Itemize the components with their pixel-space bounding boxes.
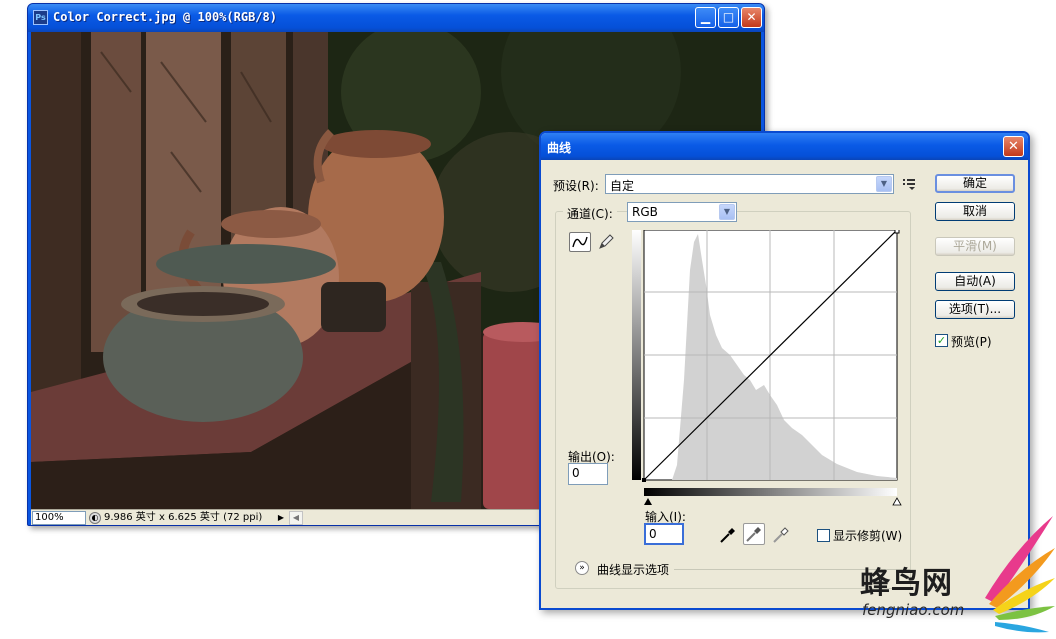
- smooth-button[interactable]: 平滑(M): [935, 237, 1015, 256]
- preset-select[interactable]: 自定 ▼: [605, 174, 894, 194]
- output-field[interactable]: 0: [568, 463, 608, 485]
- info-icon[interactable]: ◐: [89, 512, 101, 524]
- channel-value: RGB: [632, 205, 658, 219]
- curve-endpoint-black[interactable]: [642, 478, 646, 482]
- document-size: 9.986 英寸 x 6.625 英寸 (72 ppi): [104, 512, 263, 523]
- cancel-button[interactable]: 取消: [935, 202, 1015, 221]
- chevron-left-icon: ◀: [292, 513, 300, 522]
- pencil-tool[interactable]: [596, 232, 616, 252]
- white-point-slider[interactable]: [892, 497, 902, 506]
- status-menu-arrow-icon[interactable]: ▶: [275, 512, 287, 524]
- watermark-url: fengniao.com: [862, 601, 965, 619]
- expand-options-icon[interactable]: »: [575, 561, 589, 575]
- black-point-eyedropper[interactable]: [717, 524, 739, 546]
- input-field[interactable]: 0: [644, 523, 684, 545]
- curve-tool-icon: [572, 236, 588, 248]
- watermark-brand: 蜂鸟网: [860, 566, 953, 601]
- curve-display-options-label[interactable]: 曲线显示选项: [597, 561, 669, 578]
- chevron-down-icon: ▼: [876, 176, 892, 192]
- fengniao-logo: [985, 516, 1055, 633]
- curve-endpoint-white[interactable]: [894, 230, 900, 234]
- black-point-slider[interactable]: [644, 498, 652, 505]
- minimize-icon: ▁: [700, 10, 711, 24]
- gray-eyedropper-icon: [746, 527, 761, 542]
- output-gradient-bar: [632, 230, 641, 480]
- curves-dialog: 曲线 ✕ 预设(R): 自定 ▼ 确定 取消 平滑(M) 自动(A) 选项(T)…: [539, 131, 1030, 610]
- white-point-eyedropper[interactable]: [770, 524, 792, 546]
- preset-label: 预设(R):: [553, 179, 599, 193]
- maximize-icon: □: [722, 10, 735, 24]
- close-icon: ✕: [746, 10, 757, 24]
- curve-graph[interactable]: [632, 230, 900, 488]
- preset-value: 自定: [610, 179, 635, 193]
- white-eyedropper-icon: [773, 527, 789, 543]
- dialog-titlebar[interactable]: 曲线 ✕: [541, 133, 1028, 160]
- curve-point-tool[interactable]: [569, 232, 591, 252]
- preview-checkbox[interactable]: ✓: [935, 334, 948, 347]
- show-clipping-label: 显示修剪(W): [833, 529, 903, 543]
- list-menu-icon: [903, 179, 915, 190]
- preset-options-icon[interactable]: [903, 178, 919, 190]
- input-gradient-slider[interactable]: [644, 488, 906, 510]
- chevron-down-icon: ▼: [719, 204, 735, 220]
- channel-select[interactable]: RGB ▼: [627, 202, 737, 222]
- maximize-button[interactable]: □: [718, 7, 739, 28]
- show-clipping-checkbox[interactable]: [817, 529, 830, 542]
- scroll-left-button[interactable]: ◀: [289, 511, 303, 525]
- channel-label: 通道(C):: [563, 205, 617, 222]
- document-titlebar[interactable]: Ps Color Correct.jpg @ 100%(RGB/8) ▁ □ ✕: [28, 4, 764, 32]
- close-button[interactable]: ✕: [741, 7, 762, 28]
- dialog-title: 曲线: [547, 141, 572, 155]
- dialog-close-button[interactable]: ✕: [1003, 136, 1024, 157]
- gray-point-eyedropper[interactable]: [743, 523, 765, 545]
- options-button[interactable]: 选项(T)...: [935, 300, 1015, 319]
- auto-button[interactable]: 自动(A): [935, 272, 1015, 291]
- ok-button[interactable]: 确定: [935, 174, 1015, 193]
- minimize-button[interactable]: ▁: [695, 7, 716, 28]
- photoshop-icon: Ps: [33, 10, 48, 25]
- preview-label: 预览(P): [951, 335, 992, 349]
- pencil-icon: [599, 234, 614, 249]
- black-eyedropper-icon: [720, 528, 735, 543]
- document-title: Color Correct.jpg @ 100%(RGB/8): [53, 10, 277, 24]
- close-icon: ✕: [1008, 139, 1019, 154]
- zoom-field[interactable]: 100%: [32, 511, 86, 525]
